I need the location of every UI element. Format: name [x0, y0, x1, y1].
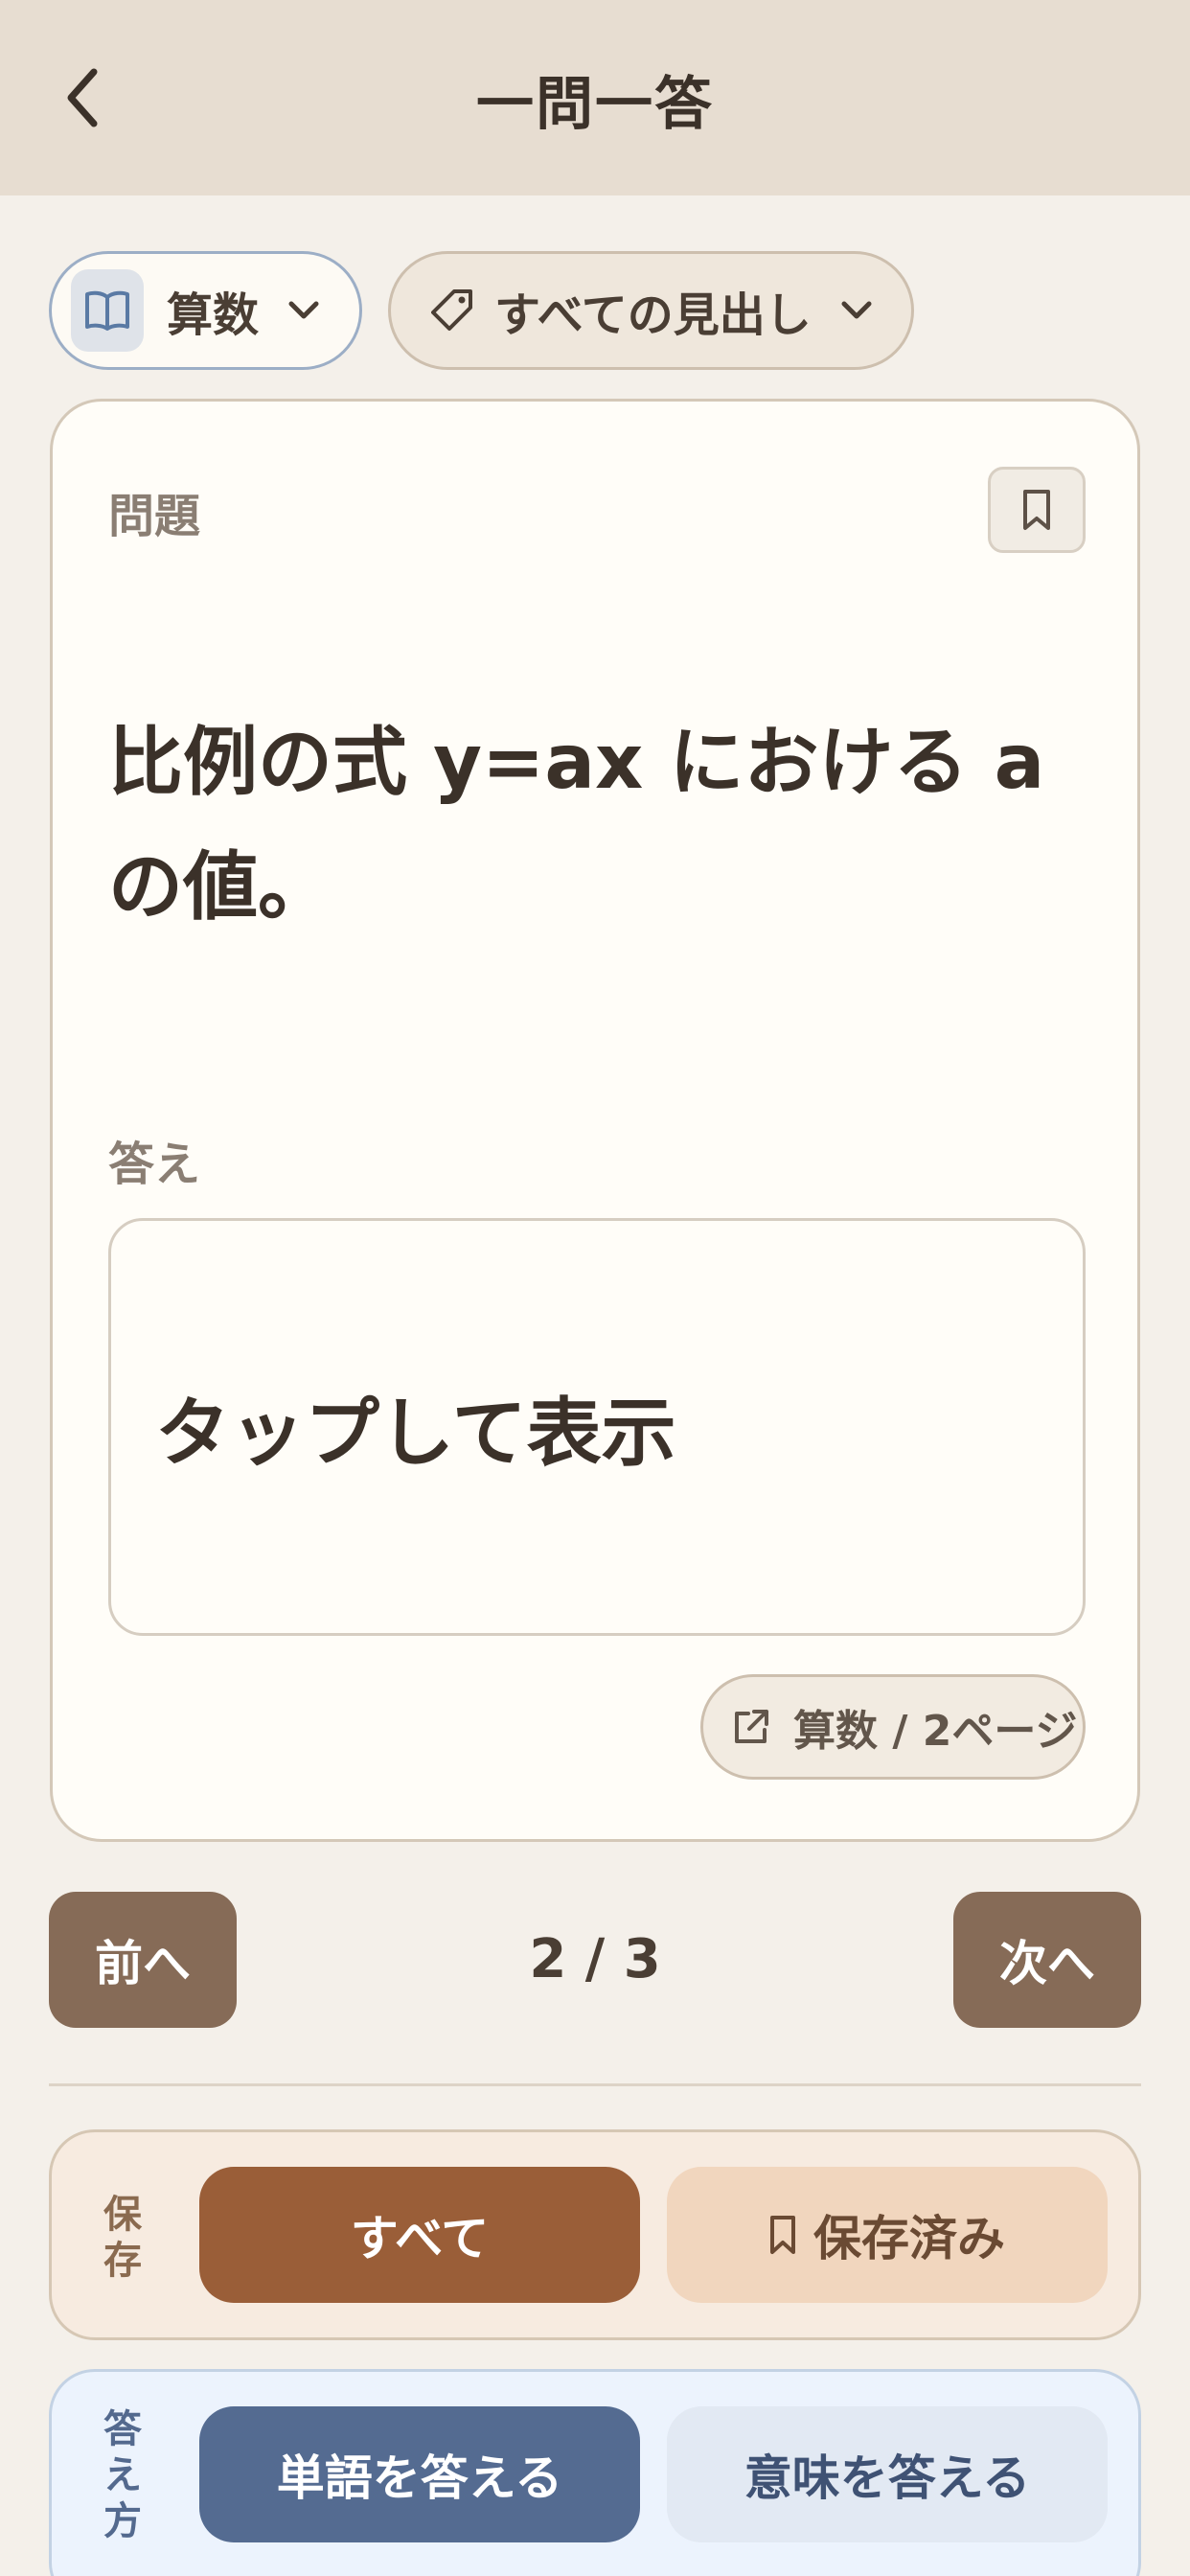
bookmark-icon — [1023, 490, 1050, 530]
answer-label: 答え — [108, 1138, 201, 1191]
save-filter-all-button[interactable]: すべて — [199, 2167, 640, 2303]
tag-icon — [431, 289, 472, 331]
answer-mode-meaning-button[interactable]: 意味を答える — [667, 2406, 1108, 2542]
save-filter-label: 保存 — [103, 2193, 142, 2283]
save-filter-saved-button[interactable]: 保存済み — [667, 2167, 1108, 2303]
subject-filter-dropdown[interactable]: 算数 — [49, 251, 362, 370]
answer-reveal-box[interactable]: タップして表示 — [108, 1218, 1086, 1636]
question-label: 問題 — [108, 490, 201, 543]
chevron-down-icon — [288, 301, 319, 319]
chevron-down-icon — [841, 301, 872, 319]
divider — [49, 2083, 1141, 2086]
app-header: 一問一答 — [0, 0, 1190, 196]
book-icon — [71, 269, 144, 352]
save-filter-saved-label: 保存済み — [813, 2211, 1005, 2266]
answer-mode-word-button[interactable]: 単語を答える — [199, 2406, 640, 2542]
answer-mode-panel: 答え方 単語を答える 意味を答える — [49, 2369, 1141, 2576]
answer-placeholder: タップして表示 — [155, 1391, 676, 1477]
subject-filter-label: 算数 — [167, 288, 260, 342]
source-link-button[interactable]: 算数 / 2ページ — [700, 1674, 1086, 1780]
flashcard: 問題 比例の式 y=ax における a の値。 答え タップして表示 算数 / … — [50, 399, 1140, 1842]
source-label: 算数 / 2ページ — [793, 1707, 1078, 1756]
bookmark-icon — [770, 2216, 795, 2254]
answer-mode-label: 答え方 — [103, 2407, 142, 2543]
question-text: 比例の式 y=ax における a の値。 — [108, 720, 1045, 931]
external-link-icon — [735, 1710, 768, 1743]
heading-filter-label: すべての見出し — [494, 288, 812, 342]
next-button[interactable]: 次へ — [953, 1892, 1141, 2028]
page-title: 一問一答 — [476, 71, 714, 138]
heading-filter-dropdown[interactable]: すべての見出し — [388, 251, 914, 370]
bookmark-toggle-button[interactable] — [988, 467, 1086, 553]
save-filter-panel: 保存 すべて 保存済み — [49, 2129, 1141, 2340]
